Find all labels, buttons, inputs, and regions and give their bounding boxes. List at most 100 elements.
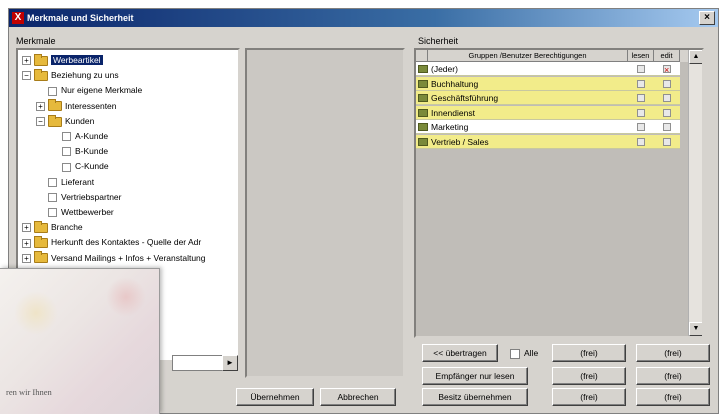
permission-lesen-cell[interactable] <box>628 120 654 135</box>
tree-checkbox[interactable] <box>48 86 57 96</box>
expand-icon[interactable]: + <box>22 223 31 233</box>
permission-edit-cell[interactable] <box>654 120 680 135</box>
grid-scrollbar[interactable]: ▲ ▼ <box>688 50 702 336</box>
permission-lesen-cell[interactable] <box>628 135 654 149</box>
collapse-icon[interactable]: − <box>36 117 45 127</box>
tree-item[interactable]: − Kunden <box>36 114 94 128</box>
tree-item[interactable]: Nur eigene Merkmale <box>36 83 142 97</box>
scroll-up-icon[interactable]: ▲ <box>689 50 702 64</box>
permission-lesen-cell[interactable] <box>628 105 654 120</box>
empfaenger-nur-lesen-button[interactable]: Empfänger nur lesen <box>422 367 528 385</box>
permission-lesen-checkbox[interactable] <box>637 123 645 132</box>
tree-checkbox[interactable] <box>48 177 57 187</box>
expand-icon[interactable]: + <box>36 101 45 111</box>
tree-item[interactable]: Lieferant <box>36 175 94 189</box>
frei-button-1[interactable]: (frei) <box>552 344 626 362</box>
expand-icon[interactable]: + <box>22 238 31 248</box>
permission-lesen-cell[interactable] <box>628 76 654 91</box>
group-name-cell[interactable]: (Jeder) <box>428 62 628 76</box>
permission-lesen-cell[interactable] <box>628 62 654 76</box>
grid-header-name[interactable]: Gruppen /Benutzer Berechtigungen <box>428 50 628 62</box>
tree-item[interactable]: Vertriebspartner <box>36 190 121 204</box>
tree-item-label: Branche <box>51 222 83 233</box>
besitz-uebernehmen-button[interactable]: Besitz übernehmen <box>422 388 528 406</box>
frei-button-4[interactable]: (frei) <box>636 367 710 385</box>
grid-header: Gruppen /Benutzer Berechtigungen lesen e… <box>416 50 702 62</box>
tree-item[interactable]: B-Kunde <box>50 144 108 158</box>
alle-checkbox[interactable] <box>510 349 520 359</box>
grid-row[interactable]: (Jeder) <box>416 62 680 76</box>
group-name-cell[interactable]: Geschäftsführung <box>428 91 628 106</box>
overlay-photo-card: ren wir Ihnen <box>0 268 160 414</box>
row-icon-cell <box>416 135 428 149</box>
grid-header-lesen[interactable]: lesen <box>628 50 654 62</box>
grid-row[interactable]: Innendienst <box>416 105 680 120</box>
permission-lesen-checkbox[interactable] <box>637 138 645 146</box>
group-name-cell[interactable]: Marketing <box>428 120 628 135</box>
security-grid[interactable]: Gruppen /Benutzer Berechtigungen lesen e… <box>414 48 704 338</box>
frei-button-5[interactable]: (frei) <box>552 388 626 406</box>
tree-checkbox[interactable] <box>48 208 57 218</box>
tree-item[interactable]: + Versand Mailings + Infos + Veranstaltun… <box>22 251 206 265</box>
permission-lesen-cell[interactable] <box>628 91 654 106</box>
collapse-icon[interactable]: − <box>22 71 31 81</box>
permission-edit-checkbox[interactable] <box>663 138 671 146</box>
scroll-down-icon[interactable]: ▼ <box>689 322 702 336</box>
permission-edit-checkbox[interactable] <box>663 94 671 103</box>
permission-edit-cell[interactable] <box>654 105 680 120</box>
permission-edit-cell[interactable] <box>654 91 680 106</box>
uebertragen-button[interactable]: << übertragen <box>422 344 498 362</box>
abbrechen-button[interactable]: Abbrechen <box>320 388 396 406</box>
grid-header-icon-col <box>416 50 428 62</box>
permission-lesen-checkbox[interactable] <box>637 108 645 117</box>
expand-icon[interactable]: + <box>22 253 31 263</box>
uebernehmen-button[interactable]: Übernehmen <box>236 388 314 406</box>
permission-edit-checkbox[interactable] <box>663 123 671 132</box>
permission-edit-cell[interactable] <box>654 135 680 149</box>
group-icon <box>418 65 428 73</box>
frei-button-6[interactable]: (frei) <box>636 388 710 406</box>
permission-lesen-checkbox[interactable] <box>637 94 645 103</box>
grid-row[interactable]: Marketing <box>416 120 680 135</box>
tree-item-label: C-Kunde <box>75 161 109 172</box>
grid-row[interactable]: Vertrieb / Sales <box>416 135 680 149</box>
tree-item[interactable]: − Beziehung zu uns <box>22 68 119 82</box>
tree-checkbox[interactable] <box>62 147 71 157</box>
permission-edit-checkbox[interactable] <box>663 79 671 88</box>
frei-button-3[interactable]: (frei) <box>552 367 626 385</box>
tree-item[interactable]: Wettbewerber <box>36 205 114 219</box>
tree-item[interactable]: + Herkunft des Kontaktes - Quelle der Adr <box>22 235 201 249</box>
scroll-right-icon[interactable]: ► <box>222 355 238 371</box>
close-button[interactable]: × <box>699 11 715 25</box>
tree-item[interactable]: + Branche <box>22 220 83 234</box>
tree-checkbox[interactable] <box>62 162 71 172</box>
permission-lesen-checkbox[interactable] <box>637 65 645 73</box>
permission-edit-cell[interactable] <box>654 76 680 91</box>
tree-item-label: B-Kunde <box>75 146 109 157</box>
grid-row[interactable]: Geschäftsführung <box>416 91 680 106</box>
permission-edit-checkbox[interactable] <box>663 63 671 75</box>
permission-lesen-checkbox[interactable] <box>637 79 645 88</box>
group-name-cell[interactable]: Innendienst <box>428 105 628 120</box>
tree-item-label: Herkunft des Kontaktes - Quelle der Adr <box>51 237 202 248</box>
tree-item[interactable]: + Interessenten <box>36 99 117 113</box>
title-bar: X Merkmale und Sicherheit × <box>9 9 718 27</box>
group-name-cell[interactable]: Vertrieb / Sales <box>428 135 628 149</box>
group-name-cell[interactable]: Buchhaltung <box>428 76 628 91</box>
tree-item-label: Werbeartikel <box>51 55 103 65</box>
permission-edit-checkbox[interactable] <box>663 108 671 117</box>
frei-button-2[interactable]: (frei) <box>636 344 710 362</box>
alle-label: Alle <box>524 348 539 358</box>
grid-header-edit[interactable]: edit <box>654 50 680 62</box>
tree-item-label: Vertriebspartner <box>61 191 122 202</box>
tree-item-label: Nur eigene Merkmale <box>61 85 143 96</box>
tree-checkbox[interactable] <box>48 193 57 203</box>
grid-row[interactable]: Buchhaltung <box>416 76 680 91</box>
tree-item[interactable]: + Werbeartikel <box>22 53 103 67</box>
tree-item[interactable]: C-Kunde <box>50 159 109 173</box>
tree-checkbox[interactable] <box>62 132 71 142</box>
expand-icon[interactable]: + <box>22 56 31 66</box>
overlay-caption: ren wir Ihnen <box>6 387 52 397</box>
tree-item[interactable]: A-Kunde <box>50 129 108 143</box>
permission-edit-cell[interactable] <box>654 62 680 76</box>
